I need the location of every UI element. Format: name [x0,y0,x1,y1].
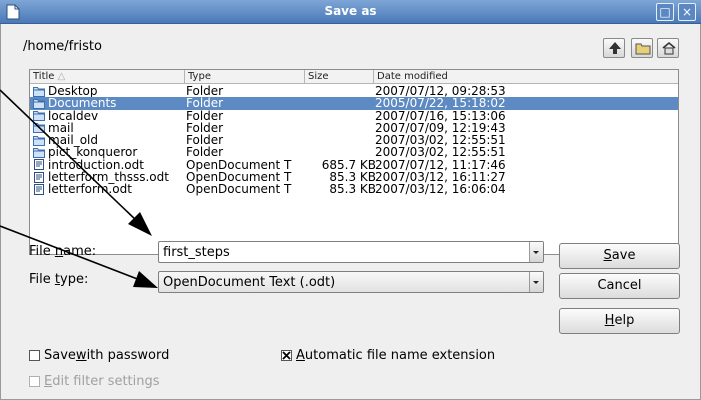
column-size[interactable]: Size [305,70,374,84]
current-path: /home/fristo [23,39,102,54]
file-size-cell: 85.3 KB [329,182,376,197]
file-name-cell: localdev [33,110,98,122]
file-name-cell: introduction.odt [33,159,144,171]
file-date-cell: 2007/03/02, 12:55:51 [375,133,506,148]
file-type-select[interactable]: OpenDocument Text (.odt) [158,271,544,293]
save-button[interactable]: Save [559,243,680,269]
file-date-cell: 2007/07/16, 15:13:06 [375,108,506,123]
file-name-label: File name: [29,244,97,259]
maximize-button[interactable]: □ [656,3,674,21]
close-icon: × [681,5,693,19]
file-list-header: Title △ Type Size Date modified [30,70,678,84]
file-type-cell: Folder [186,96,224,111]
column-title[interactable]: Title △ [30,70,185,84]
file-name-value: first_steps [163,245,230,260]
up-one-level-button[interactable] [603,38,625,58]
file-name-cell: Documents [33,97,116,109]
file-name-input[interactable]: first_steps [158,241,544,263]
window-title: Save as [324,4,377,18]
file-name-cell: pict_konqueror [33,146,137,158]
up-one-level-icon [609,42,621,54]
file-type-cell: Folder [186,108,224,123]
file-type-cell: OpenDocument T [186,157,292,172]
chevron-down-icon [533,251,539,254]
file-name-cell: mail [33,122,74,134]
file-date-cell: 2007/03/12, 16:11:27 [375,170,506,185]
sort-ascending-icon: △ [57,71,66,82]
edit-filter-settings-checkbox: Edit filter settings [29,374,160,389]
file-type-cell: Folder [186,84,224,98]
file-type-cell: Folder [186,145,224,160]
chevron-down-icon [533,281,539,284]
file-list-row[interactable]: localdev Folder 2007/07/16, 15:13:06 [30,110,678,122]
file-type-value: OpenDocument Text (.odt) [163,275,336,290]
file-type-cell: Folder [186,120,224,135]
save-as-dialog: /home/fristo Title △ Type Size Date modi… [0,24,701,400]
file-date-cell: 2007/03/02, 12:55:51 [375,145,506,160]
file-date-cell: 2007/07/09, 12:19:43 [375,120,506,135]
file-date-cell: 2005/07/22, 15:18:02 [375,96,506,111]
checkmark-icon [282,351,291,360]
file-list-row[interactable]: mail Folder 2007/07/09, 12:19:43 [30,122,678,134]
default-directory-icon [662,42,676,55]
document-icon [34,159,44,171]
file-list-rows: Desktop Folder 2007/07/12, 09:28:53 Documen… [30,85,678,196]
file-name-cell: letterform.odt [33,183,132,195]
folder-icon [33,111,45,122]
title-bar: Save as □ × [0,0,701,24]
new-folder-icon [635,43,651,55]
close-button[interactable]: × [678,3,696,21]
cancel-button[interactable]: Cancel [559,273,680,299]
column-type[interactable]: Type [185,70,305,84]
file-name-cell: mail_old [33,134,98,146]
folder-icon [33,98,45,109]
document-icon [34,183,44,195]
automatic-extension-checkbox[interactable]: Automatic file name extension [281,348,495,363]
column-date-modified[interactable]: Date modified [374,70,678,84]
file-date-cell: 2007/07/12, 09:28:53 [375,84,506,98]
file-date-cell: 2007/07/12, 11:17:46 [375,157,506,172]
file-date-cell: 2007/03/12, 16:06:04 [375,182,506,197]
file-size-cell: 85.3 KB [329,170,376,185]
file-list-row[interactable]: Desktop Folder 2007/07/12, 09:28:53 [30,85,678,97]
new-folder-button[interactable] [631,38,653,58]
file-type-label: File type: [29,272,89,287]
column-title-label: Title [33,71,55,82]
file-type-dropdown-button[interactable] [529,272,543,292]
file-list-row[interactable]: letterform.odt OpenDocument T 85.3 KB 2007/… [30,183,678,195]
save-with-password-checkbox[interactable]: Save w ith password [29,348,169,363]
document-icon [34,171,44,183]
file-name-cell: Desktop [33,85,98,97]
file-size-cell: 685.7 KB [321,157,376,172]
file-name-cell: letterform_thsss.odt [33,171,169,183]
file-type-cell: OpenDocument T [186,170,292,185]
checkbox-box [29,376,40,387]
file-list[interactable]: Title △ Type Size Date modified Desktop F… [29,69,679,255]
file-name-dropdown-button[interactable] [529,242,543,262]
folder-icon [33,147,45,158]
file-list-row[interactable]: pict_konqueror Folder 2007/03/02, 12:55:51 [30,146,678,158]
folder-icon [33,86,45,97]
maximize-icon: □ [659,5,671,19]
folder-icon [33,135,45,146]
folder-icon [33,123,45,134]
file-type-cell: OpenDocument T [186,182,292,197]
checkbox-box [29,350,40,361]
default-directory-button[interactable] [657,38,679,58]
checkbox-box [281,350,292,361]
file-type-cell: Folder [186,133,224,148]
help-button[interactable]: Help [559,308,680,334]
file-list-row[interactable]: Documents Folder 2005/07/22, 15:18:02 [30,96,678,111]
